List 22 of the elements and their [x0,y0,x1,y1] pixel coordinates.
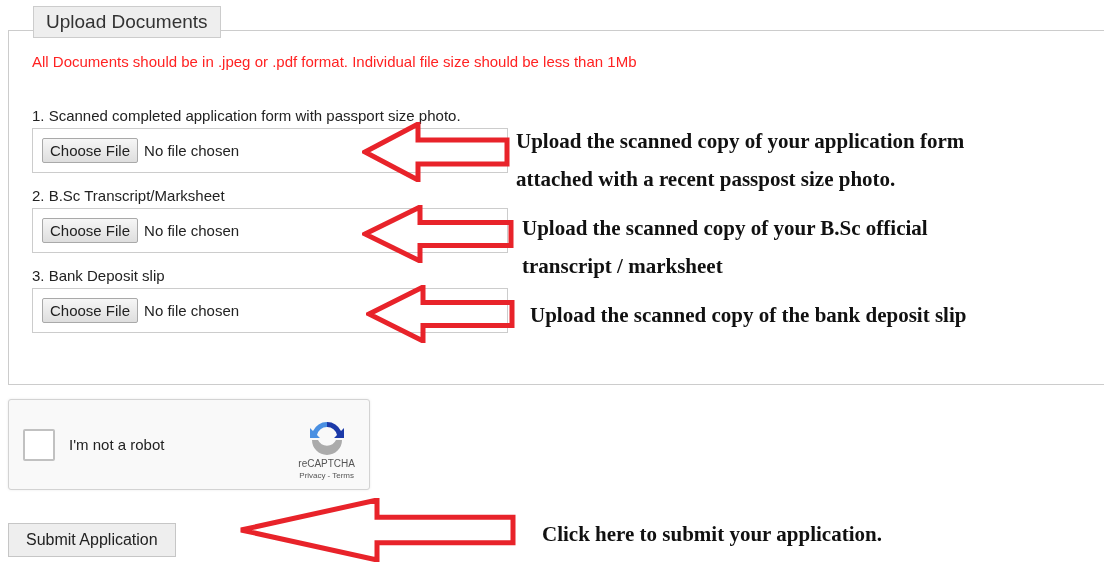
choose-file-button[interactable]: Choose File [42,138,139,163]
submit-button[interactable]: Submit Application [8,523,176,557]
choose-file-button[interactable]: Choose File [42,218,139,243]
file-status: No file chosen [144,302,240,319]
captcha-brand: reCAPTCHA [298,457,355,469]
link-separator: - [327,470,331,480]
format-notice: All Documents should be in .jpeg or .pdf format. Individual file size should be less than 1Mb [32,53,638,70]
captcha-label: I'm not a robot [69,436,166,453]
field-label: 3. Bank Deposit slip [32,267,165,284]
file-status: No file chosen [144,222,240,239]
file-status: No file chosen [144,142,240,159]
arrow-icon [362,205,514,263]
privacy-link[interactable]: Privacy [299,470,326,480]
terms-link[interactable]: Terms [332,470,354,480]
field-label: 1. Scanned completed application form with passport size photo. [32,107,461,124]
arrow-icon [362,122,510,182]
choose-file-button[interactable]: Choose File [42,298,139,323]
arrow-icon [366,285,515,343]
arrow-icon [238,498,516,562]
captcha-checkbox[interactable] [23,428,55,461]
field-label: 2. B.Sc Transcript/Marksheet [32,187,225,204]
panel-title: Upload Documents [33,6,221,38]
